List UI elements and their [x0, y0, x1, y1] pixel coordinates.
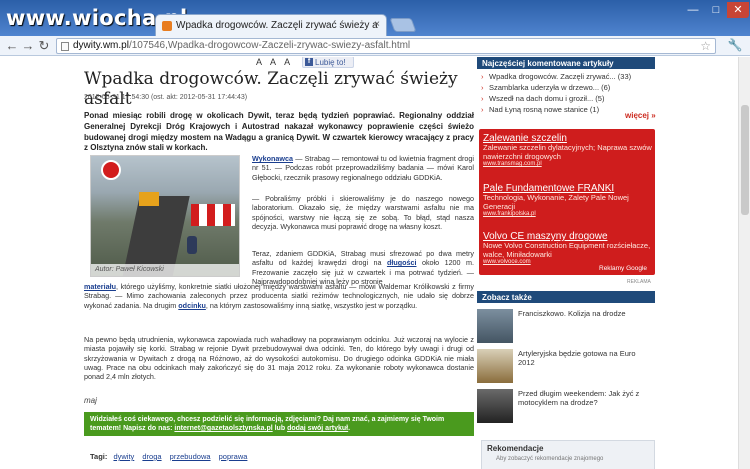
link-dlugosci[interactable]: długości: [387, 258, 417, 267]
recommendations-text: Aby zobaczyć rekomendacje znajomego: [496, 456, 604, 462]
related-title: Przed długim weekendem: Jak żyć z motocy…: [518, 389, 640, 407]
paragraph-1: Wykonawca — Strabag — remontował tu od k…: [252, 154, 474, 182]
link-wykonawca[interactable]: Wykonawca: [252, 154, 293, 163]
paragraph-4: materiału, którego użyliśmy, konkretnie …: [84, 282, 474, 310]
link-odcinku[interactable]: odcinku: [178, 301, 206, 310]
ad-item[interactable]: Volvo CE maszyny drogowe Nowe Volvo Cons…: [483, 231, 653, 265]
reload-icon[interactable]: ↻: [36, 38, 52, 54]
tag-link[interactable]: dywity: [113, 452, 134, 461]
related-thumbnail: [477, 389, 513, 423]
contact-email-link[interactable]: internet@gazetaolsztynska.pl: [174, 425, 272, 432]
article-photo[interactable]: Autor: Paweł Kicowski: [90, 155, 240, 277]
paragraph-5: Na pewno będą utrudnienia, wykonawca zap…: [84, 335, 474, 382]
list-item[interactable]: Wszedł na dach domu i groził... (5): [477, 93, 655, 104]
title-bar: www.wiocha.pl Wpadka drogowców. Zaczęli …: [0, 0, 750, 36]
tags-row: Tagi: dywity droga przebudowa poprawa: [90, 452, 253, 461]
new-tab-button[interactable]: [389, 18, 417, 32]
ad-item[interactable]: Zalewanie szczelin Zalewanie szczelin dy…: [483, 133, 653, 167]
link-materialu[interactable]: materiału: [84, 282, 116, 291]
recommendations-header: Rekomendacje: [487, 444, 544, 453]
wrench-icon[interactable]: 🔧: [726, 38, 744, 54]
photo-truck: [139, 192, 159, 206]
font-small-button[interactable]: A: [256, 57, 262, 67]
list-item[interactable]: Szamblarka uderzyła w drzewo... (6): [477, 82, 655, 93]
photo-barrier: [191, 204, 235, 226]
scrollbar-thumb[interactable]: [741, 105, 749, 215]
sidebar: Najczęściej komentowane artykuły Wpadka …: [477, 57, 656, 469]
photo-road-sign: [101, 160, 121, 180]
font-medium-button[interactable]: A: [270, 57, 276, 67]
related-thumbnail: [477, 349, 513, 383]
ad-label: REKLAMA: [627, 279, 651, 285]
google-ads-link[interactable]: Reklamy Google: [599, 265, 647, 272]
article-author: maj: [84, 396, 97, 405]
page-content: A A A f Lubię to! Wpadka drogowców. Zacz…: [0, 57, 738, 469]
page-scrollbar[interactable]: [738, 57, 750, 469]
back-arrow-icon[interactable]: ←: [4, 38, 20, 54]
related-thumbnail: [477, 309, 513, 343]
browser-tab[interactable]: Wpadka drogowców. Zaczęli zrywać świeży …: [155, 14, 387, 36]
paragraph-2: — Pobraliśmy próbki i skierowaliśmy je d…: [252, 194, 474, 231]
most-commented-header: Najczęściej komentowane artykuły: [477, 57, 655, 69]
fb-like-button[interactable]: f Lubię to!: [302, 57, 354, 68]
browser-window: www.wiocha.pl Wpadka drogowców. Zaczęli …: [0, 0, 750, 469]
article-dates: 2012-05-31 17:54:30 (ost. akt: 2012-05-3…: [84, 94, 248, 101]
address-bar[interactable]: dywity.wm.pl/107546,Wpadka-drogowcow-Zac…: [56, 38, 716, 54]
minimize-button[interactable]: —: [682, 2, 704, 18]
browser-toolbar: ← → ↻ dywity.wm.pl/107546,Wpadka-drogowc…: [0, 36, 750, 56]
tags-label: Tagi:: [90, 452, 108, 461]
ads-block: Zalewanie szczelin Zalewanie szczelin dy…: [479, 129, 655, 275]
facebook-icon: f: [305, 58, 313, 66]
close-window-button[interactable]: ✕: [727, 2, 749, 18]
fb-like-label: Lubię to!: [315, 58, 346, 67]
tag-link[interactable]: droga: [142, 452, 161, 461]
font-large-button[interactable]: A: [284, 57, 290, 67]
favicon-icon: [162, 21, 172, 31]
article-lead: Ponad miesiąc robili drogę w okolicach D…: [84, 111, 474, 153]
url-path: /107546,Wpadka-drogowcow-Zaczeli-zrywac-…: [128, 40, 411, 51]
font-size-tools: A A A: [256, 57, 296, 67]
related-item[interactable]: Przed długim weekendem: Jak żyć z motocy…: [477, 389, 655, 425]
photo-worker: [187, 236, 197, 254]
related-title: Franciszkowo. Kolizja na drodze: [518, 309, 626, 318]
contact-box: Widziałeś coś ciekawego, chcesz podzieli…: [84, 412, 474, 436]
list-item[interactable]: Wpadka drogowców. Zaczęli zrywać... (33): [477, 71, 655, 82]
forward-arrow-icon[interactable]: →: [20, 38, 36, 54]
star-icon[interactable]: ☆: [700, 39, 711, 53]
tab-close-icon[interactable]: ×: [374, 19, 380, 30]
page-icon: [61, 42, 69, 51]
recommendations-box: Rekomendacje Aby zobaczyć rekomendacje z…: [481, 440, 655, 469]
tag-link[interactable]: poprawa: [219, 452, 248, 461]
maximize-button[interactable]: □: [705, 2, 727, 18]
article-title: Wpadka drogowców. Zaczęli zrywać świeży …: [84, 69, 458, 109]
related-item[interactable]: Franciszkowo. Kolizja na drodze: [477, 309, 655, 345]
tab-title: Wpadka drogowców. Zaczęli zrywać świeży …: [176, 20, 378, 31]
paragraph-3: Teraz, zdaniem GDDKiA, Strabag musi sfre…: [252, 249, 474, 286]
more-link[interactable]: więcej »: [625, 111, 656, 120]
add-article-link[interactable]: dodaj swój artykuł: [287, 425, 348, 432]
tag-link[interactable]: przebudowa: [170, 452, 211, 461]
related-header: Zobacz także: [477, 291, 655, 303]
photo-caption: Autor: Paweł Kicowski: [91, 264, 239, 276]
most-commented-list: Wpadka drogowców. Zaczęli zrywać... (33)…: [477, 71, 655, 115]
related-item[interactable]: Artyleryjska będzie gotowa na Euro 2012: [477, 349, 655, 385]
ad-item[interactable]: Pale Fundamentowe FRANKI Technologia, Wy…: [483, 183, 653, 217]
url-host: dywity.wm.pl: [73, 40, 129, 51]
related-title: Artyleryjska będzie gotowa na Euro 2012: [518, 349, 636, 367]
